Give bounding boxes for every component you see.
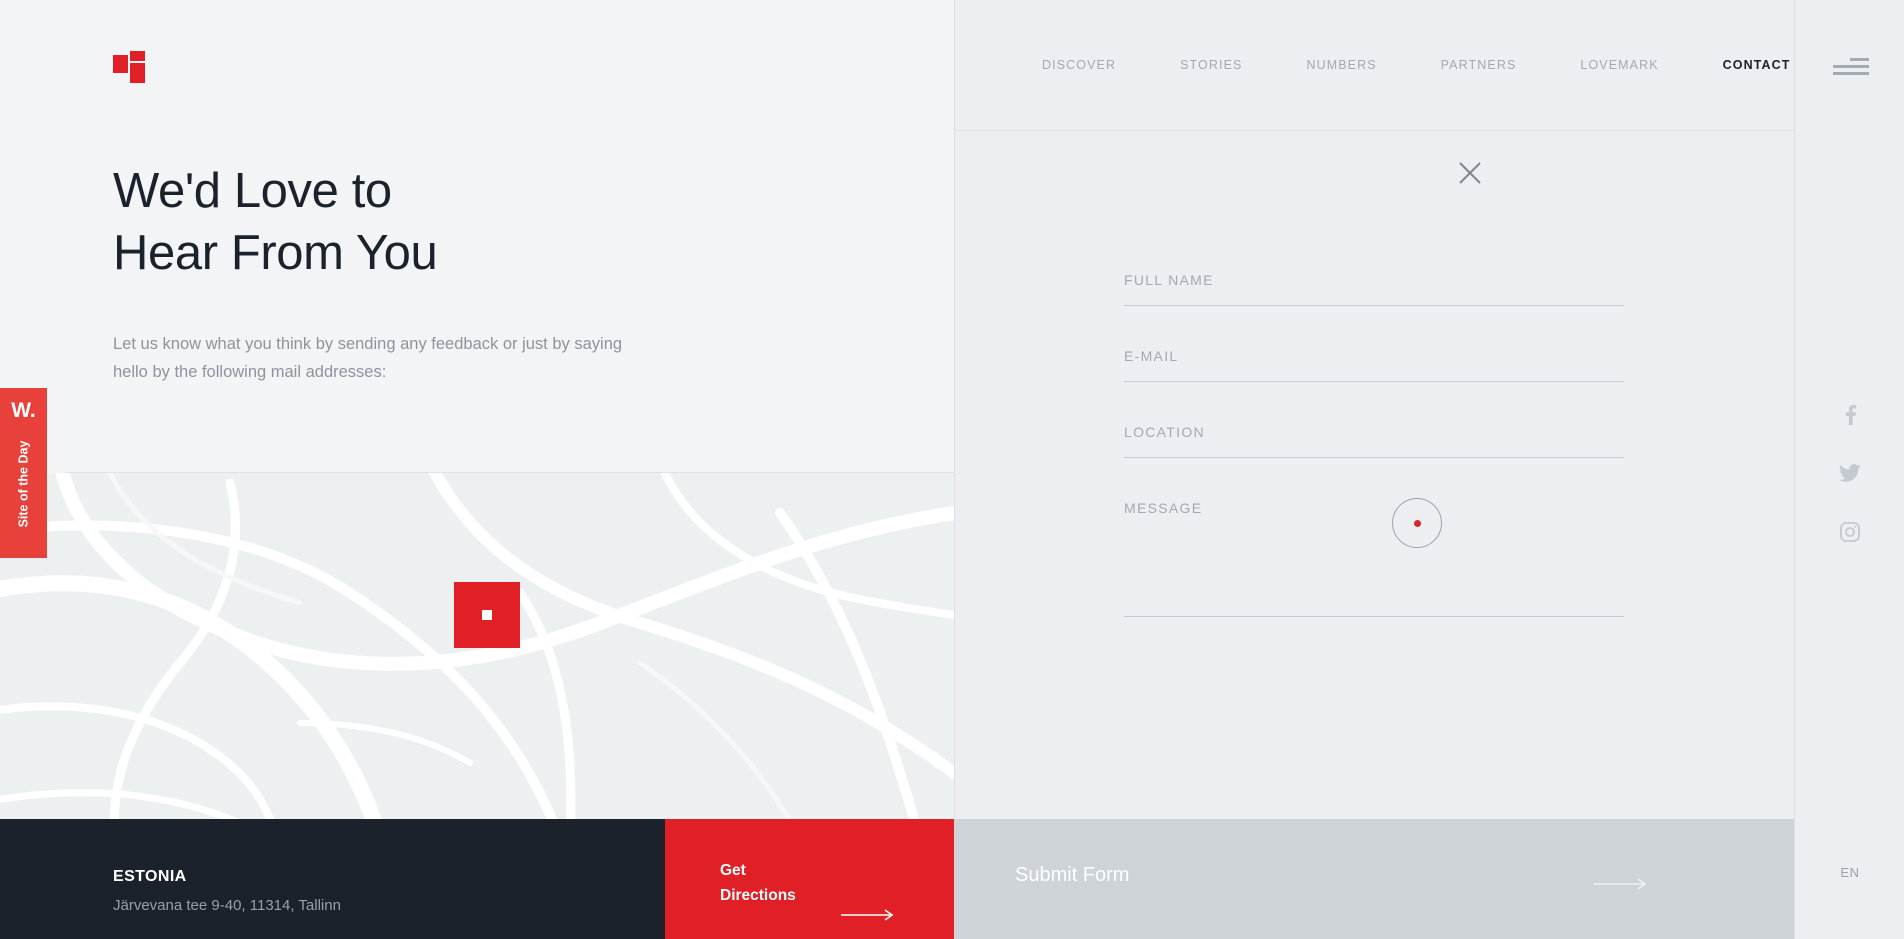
submit-form-label: Submit Form (1015, 864, 1130, 886)
contact-form: FULL NAME E-MAIL LOCATION MESSAGE (1124, 272, 1624, 659)
hamburger-line-3 (1833, 72, 1869, 75)
arrow-right-icon (1594, 877, 1650, 895)
field-location[interactable]: LOCATION (1124, 424, 1624, 458)
social-links (1795, 405, 1904, 547)
marker-center-dot (482, 610, 492, 620)
awwwards-caption: Site of the Day (16, 440, 31, 528)
twitter-icon[interactable] (1839, 464, 1861, 488)
page-root: We'd Love to Hear From You Let us know w… (0, 0, 1904, 939)
field-full-name[interactable]: FULL NAME (1124, 272, 1624, 306)
page-title-line-2: Hear From You (113, 226, 438, 280)
get-directions-line-2: Directions (720, 887, 796, 904)
label-message: MESSAGE (1124, 500, 1203, 516)
footer-country: ESTONIA (113, 868, 187, 885)
hero-section: We'd Love to Hear From You Let us know w… (113, 160, 813, 386)
nav-divider (955, 130, 1794, 131)
office-location-marker[interactable] (454, 582, 520, 648)
submit-form-button[interactable]: Submit Form (954, 819, 1794, 939)
field-email[interactable]: E-MAIL (1124, 348, 1624, 382)
label-email: E-MAIL (1124, 348, 1179, 364)
main-navigation: DISCOVER STORIES NUMBERS PARTNERS LOVEMA… (955, 0, 1794, 130)
nav-item-lovemark[interactable]: LOVEMARK (1580, 58, 1658, 72)
logo-block-left (113, 55, 128, 73)
hamburger-line-2 (1833, 65, 1869, 68)
nav-item-stories[interactable]: STORIES (1180, 58, 1242, 72)
footer-address: Järvevana tee 9-40, 11314, Tallinn (113, 897, 341, 914)
underline-email (1124, 381, 1624, 382)
close-icon[interactable] (1457, 160, 1487, 190)
get-directions-label: Get Directions (720, 858, 796, 908)
nav-item-partners[interactable]: PARTNERS (1441, 58, 1517, 72)
get-directions-line-1: Get (720, 862, 746, 879)
awwwards-site-of-the-day-badge[interactable]: W. Site of the Day (0, 388, 47, 558)
left-column: We'd Love to Hear From You Let us know w… (0, 0, 954, 939)
right-rail: EN (1794, 0, 1904, 939)
underline-location (1124, 457, 1624, 458)
footer-address-block: ESTONIA Järvevana tee 9-40, 11314, Talli… (0, 819, 665, 939)
arrow-right-icon (841, 908, 897, 926)
logo-block-bottom-right (130, 63, 145, 83)
hamburger-line-1 (1850, 58, 1869, 61)
field-message[interactable]: MESSAGE (1124, 500, 1624, 617)
language-switcher[interactable]: EN (1795, 865, 1904, 880)
nav-list: DISCOVER STORIES NUMBERS PARTNERS LOVEMA… (1042, 58, 1855, 72)
brand-logo[interactable] (113, 51, 149, 83)
label-full-name: FULL NAME (1124, 272, 1214, 288)
page-title: We'd Love to Hear From You (113, 160, 813, 284)
label-location: LOCATION (1124, 424, 1205, 440)
logo-block-top-right (130, 51, 145, 61)
nav-item-numbers[interactable]: NUMBERS (1306, 58, 1376, 72)
nav-item-discover[interactable]: DISCOVER (1042, 58, 1116, 72)
hero-paragraph: Let us know what you think by sending an… (113, 335, 623, 381)
facebook-icon[interactable] (1841, 405, 1859, 430)
underline-message (1124, 616, 1624, 617)
get-directions-button[interactable]: Get Directions (665, 819, 954, 939)
awwwards-mark: W. (11, 399, 36, 422)
instagram-icon[interactable] (1840, 522, 1860, 547)
nav-item-contact[interactable]: CONTACT (1723, 58, 1791, 72)
page-title-line-1: We'd Love to (113, 164, 392, 218)
underline-full-name (1124, 305, 1624, 306)
hamburger-menu-icon[interactable] (1833, 58, 1869, 75)
